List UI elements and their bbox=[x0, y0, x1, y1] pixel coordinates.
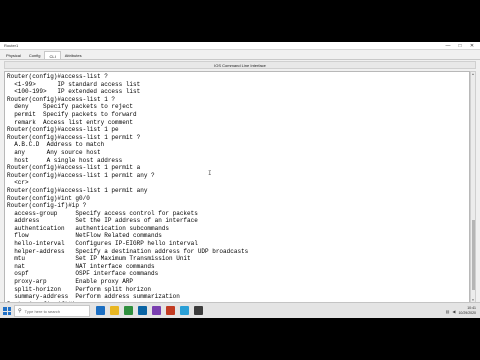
console-line: deny Specify packets to reject bbox=[7, 103, 134, 111]
tab-physical[interactable]: Physical bbox=[2, 51, 25, 59]
tab-bar: Physical Config CLI Attributes bbox=[0, 51, 480, 60]
console-line: Router(config)#access-list 1 permit a bbox=[7, 164, 141, 172]
volume-icon[interactable]: ◀ bbox=[452, 309, 455, 314]
windows-start-icon[interactable] bbox=[3, 307, 11, 315]
console-line: authentication authentication subcommand… bbox=[7, 224, 170, 232]
clock[interactable]: 10:41 10/29/2020 bbox=[458, 306, 476, 316]
minimize-button[interactable]: — bbox=[442, 42, 454, 50]
console-line: any Any source host bbox=[7, 148, 101, 156]
console-line: address Set the IP address of an interfa… bbox=[7, 217, 198, 225]
close-button[interactable]: ✕ bbox=[466, 42, 478, 50]
taskbar-app-icon[interactable] bbox=[124, 306, 133, 315]
console-line: Router(config)#access-list 1 permit ? bbox=[7, 133, 141, 141]
console-line: Router(config)#access-list 1 pe bbox=[7, 126, 119, 134]
console-line: Router(config-if)#ip ? bbox=[7, 202, 87, 210]
console-line: Router(config)#access-list ? bbox=[7, 73, 108, 80]
console-line: <1-99> IP standard access list bbox=[7, 80, 141, 88]
taskbar-app-icon[interactable] bbox=[180, 306, 189, 315]
title-bar[interactable]: Router1 — □ ✕ bbox=[0, 42, 480, 50]
console-line: helper-address Specify a destination add… bbox=[7, 247, 249, 255]
console-line: access-group Specify access control for … bbox=[7, 209, 198, 217]
tab-config[interactable]: Config bbox=[25, 51, 45, 59]
console-line: ospf OSPF interface commands bbox=[7, 270, 159, 278]
console-line: mtu Set IP Maximum Transmission Unit bbox=[7, 255, 191, 263]
search-icon: ⚲ bbox=[18, 308, 22, 314]
console-line: <100-199> IP extended access list bbox=[7, 88, 141, 96]
taskbar-app-icon[interactable] bbox=[152, 306, 161, 315]
console-line: hello-interval Configures IP-EIGRP hello… bbox=[7, 240, 198, 248]
taskbar-app-icon[interactable] bbox=[166, 306, 175, 315]
console-line: A.B.C.D Address to match bbox=[7, 141, 105, 149]
console-line: permit Specify packets to forward bbox=[7, 110, 137, 118]
cli-pane-title: IOS Command Line Interface bbox=[4, 61, 476, 69]
network-icon[interactable]: ▤ bbox=[446, 309, 450, 314]
console-line: summary-address Perform address summariz… bbox=[7, 293, 180, 301]
taskbar-app-icon[interactable] bbox=[138, 306, 147, 315]
console-line: flow NetFlow Related commands bbox=[7, 232, 162, 240]
console-line: Router(config)#access-list 1 ? bbox=[7, 95, 116, 103]
tab-attributes[interactable]: Attributes bbox=[61, 51, 86, 59]
search-placeholder: Type here to search bbox=[24, 308, 61, 314]
scroll-up-icon[interactable]: ▲ bbox=[471, 72, 475, 76]
console-line: split-horizon Perform split horizon bbox=[7, 285, 152, 293]
window-controls: — □ ✕ bbox=[442, 42, 478, 50]
console-line: remark Access list entry comment bbox=[7, 118, 134, 126]
text-cursor-icon: I bbox=[208, 170, 212, 177]
taskbar-app-icons bbox=[96, 306, 203, 316]
packet-tracer-window: Router1 — □ ✕ Physical Config CLI Attrib… bbox=[0, 42, 480, 318]
maximize-button[interactable]: □ bbox=[454, 42, 466, 50]
console-line: host A single host address bbox=[7, 156, 123, 164]
console-line: proxy-arp Enable proxy ARP bbox=[7, 278, 134, 286]
system-tray: ▤ ◀ 10:41 10/29/2020 bbox=[446, 305, 476, 317]
taskbar-app-icon[interactable] bbox=[194, 306, 203, 315]
console-line: Router(config)#access-list 1 permit any bbox=[7, 186, 148, 194]
clock-date: 10/29/2020 bbox=[458, 311, 476, 315]
scroll-thumb[interactable] bbox=[472, 220, 475, 290]
console-scrollbar[interactable]: ▲ ▼ bbox=[470, 71, 476, 303]
taskbar-search-box[interactable]: ⚲ Type here to search bbox=[14, 305, 90, 317]
window-title: Router1 bbox=[4, 43, 19, 48]
cli-console[interactable]: Router(config)#access-list ? <1-99> IP s… bbox=[4, 71, 470, 303]
console-line: Router(config)#int g0/0 bbox=[7, 194, 90, 202]
console-line: <cr> bbox=[7, 179, 29, 187]
console-line: Router(config)#access-list 1 permit any … bbox=[7, 171, 155, 179]
taskbar-app-icon[interactable] bbox=[96, 306, 105, 315]
console-line: nat NAT interface commands bbox=[7, 262, 155, 270]
windows-taskbar: ⚲ Type here to search ▤ ◀ 10:41 10/29/20… bbox=[0, 302, 480, 318]
taskbar-app-icon[interactable] bbox=[110, 306, 119, 315]
tab-cli[interactable]: CLI bbox=[44, 51, 61, 59]
